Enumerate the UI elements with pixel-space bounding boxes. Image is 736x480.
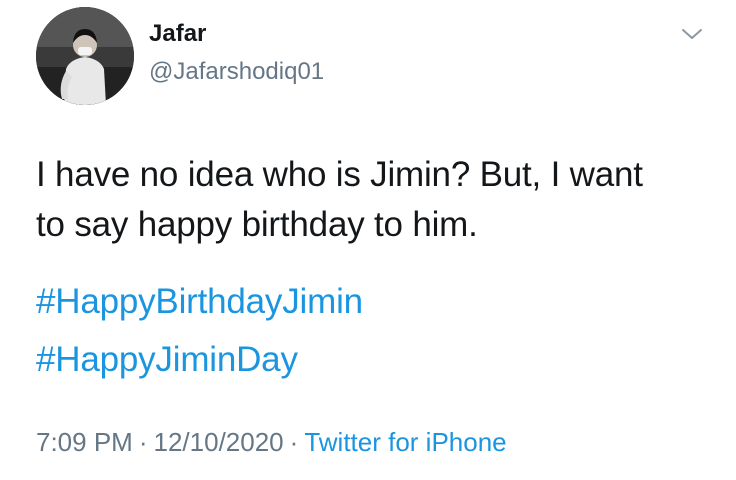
tweet-text-line: to say happy birthday to him. xyxy=(36,205,478,244)
user-handle[interactable]: @Jafarshodiq01 xyxy=(149,58,324,86)
tweet-date[interactable]: 12/10/2020 xyxy=(154,427,284,457)
tweet-text: I have no idea who is Jimin? But, I want… xyxy=(36,150,726,250)
tweet-card: Jafar @Jafarshodiq01 I have no idea who … xyxy=(0,0,736,480)
meta-separator: · xyxy=(138,427,148,457)
chevron-down-icon[interactable] xyxy=(680,24,704,44)
avatar-photo xyxy=(36,7,134,105)
avatar[interactable] xyxy=(36,7,134,105)
tweet-source-link[interactable]: Twitter for iPhone xyxy=(304,427,506,457)
tweet-text-line: I have no idea who is Jimin? But, I want xyxy=(36,155,643,194)
meta-separator: · xyxy=(289,427,299,457)
hashtag-link[interactable]: #HappyBirthdayJimin xyxy=(36,278,363,326)
hashtag-link[interactable]: #HappyJiminDay xyxy=(36,336,298,384)
display-name[interactable]: Jafar xyxy=(149,20,206,48)
tweet-meta: 7:09 PM · 12/10/2020 · Twitter for iPhone xyxy=(36,426,507,458)
tweet-time[interactable]: 7:09 PM xyxy=(36,427,133,457)
